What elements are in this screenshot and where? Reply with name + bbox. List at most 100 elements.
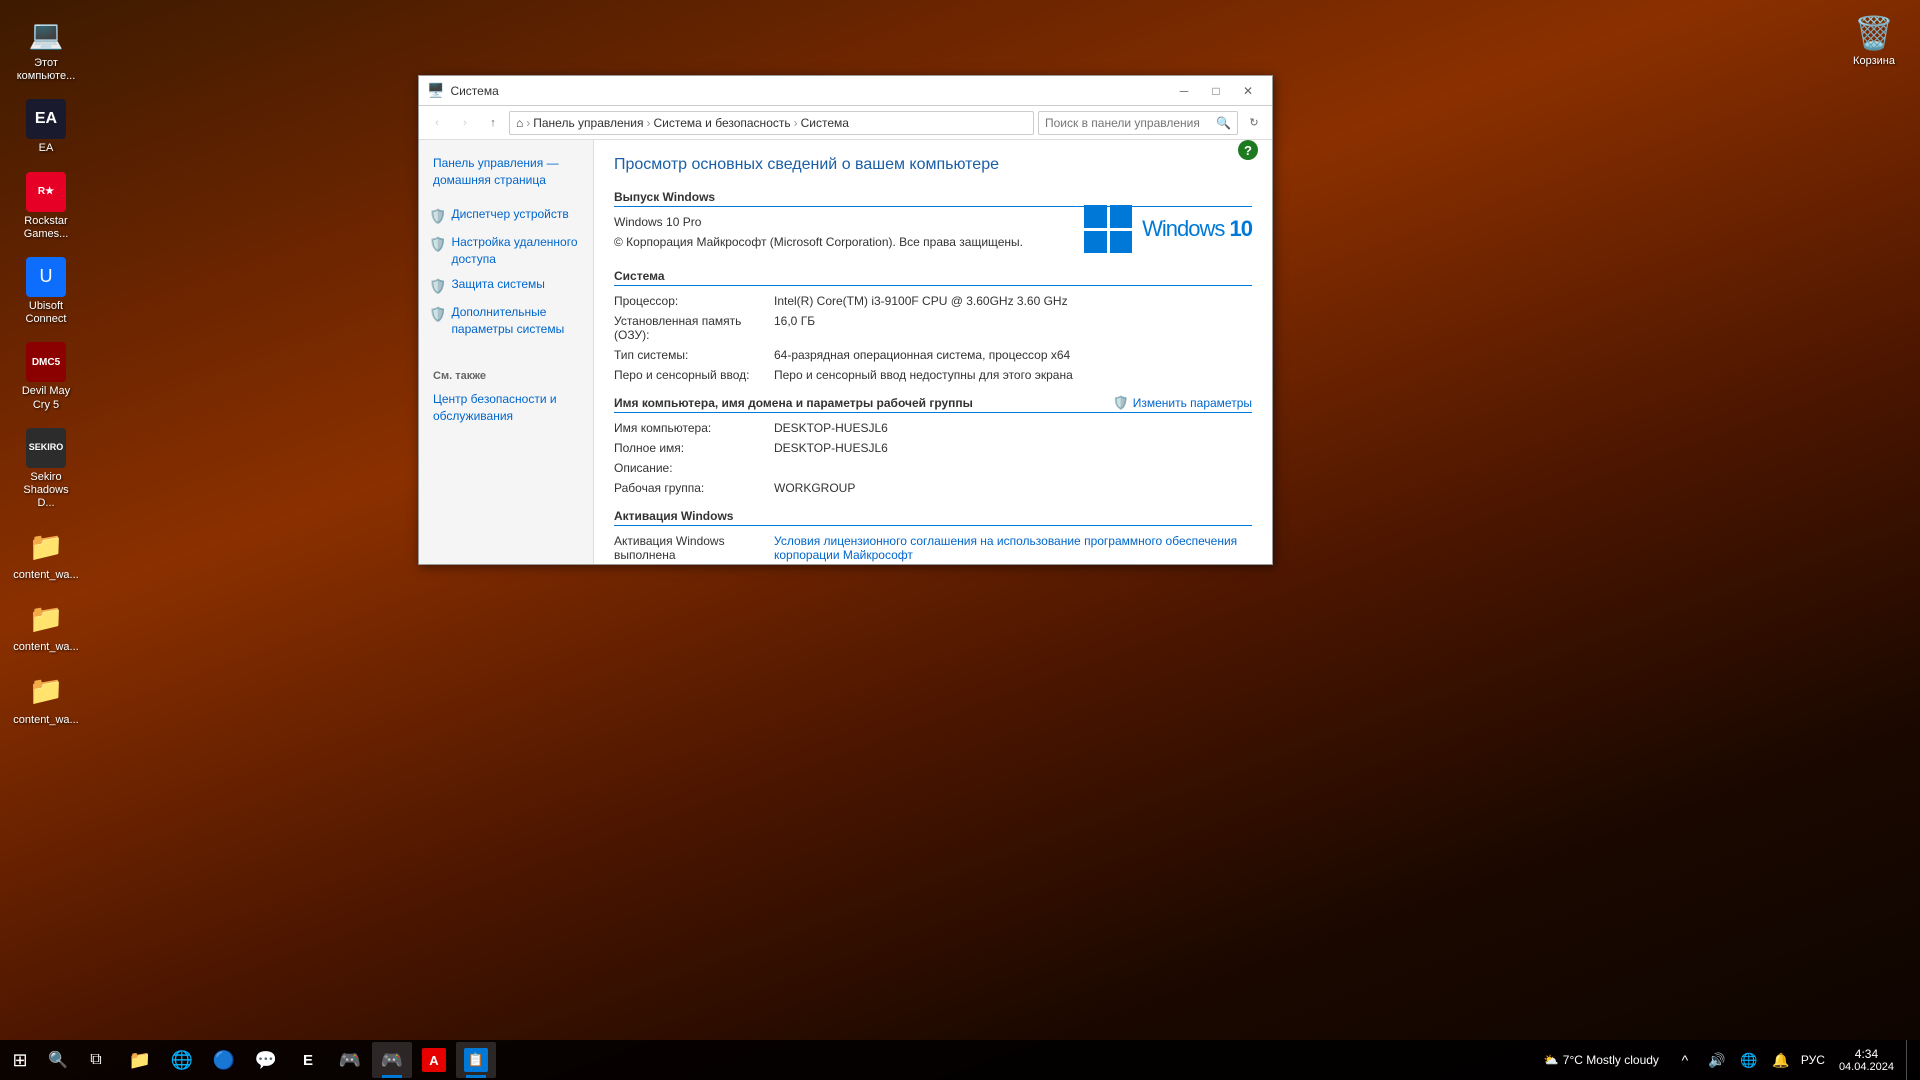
window-title-icon: 🖥️	[427, 82, 444, 99]
taskbar-app-discord[interactable]: 💬	[246, 1042, 286, 1078]
task-view-icon: ⧉	[90, 1051, 101, 1069]
activation-link: Условия лицензионного соглашения на испо…	[774, 534, 1252, 562]
tray-clock[interactable]: 4:34 04.04.2024	[1831, 1040, 1902, 1080]
license-link[interactable]: Условия лицензионного соглашения на испо…	[774, 534, 1237, 562]
window-titlebar: 🖥️ Система ─ □ ✕	[419, 76, 1272, 106]
system-section-header: Система	[614, 269, 1252, 286]
task-view-button[interactable]: ⧉	[76, 1040, 116, 1080]
content2-label: content_wa...	[13, 641, 78, 654]
pen-row: Перо и сенсорный ввод: Перо и сенсорный …	[614, 368, 1252, 382]
ram-value: 16,0 ГБ	[774, 314, 1252, 328]
desktop-icon-this-pc[interactable]: 💻 Этот компьюте...	[10, 10, 82, 87]
desktop-icon-content1[interactable]: 📁 content_wa...	[10, 522, 82, 586]
taskbar-app-a[interactable]: A	[414, 1042, 454, 1078]
sidebar-security-center[interactable]: Центр безопасности и обслуживания	[419, 386, 593, 430]
close-button[interactable]: ✕	[1232, 76, 1264, 106]
taskbar-app-steam2[interactable]: 🎮	[372, 1042, 412, 1078]
search-box[interactable]: 🔍	[1038, 111, 1238, 135]
fullname-value: DESKTOP-HUESJL6	[774, 441, 1252, 455]
show-desktop-button[interactable]	[1906, 1040, 1912, 1080]
sidebar-advanced-params[interactable]: 🛡️ Дополнительные параметры системы	[419, 300, 593, 342]
workgroup-row: Рабочая группа: WORKGROUP	[614, 481, 1252, 495]
sidebar-remote-access-label: Настройка удаленного доступа	[451, 234, 585, 268]
desktop-icon-rockstar[interactable]: R★ Rockstar Games...	[10, 168, 82, 245]
window-sidebar: Панель управления — домашняя страница 🛡️…	[419, 140, 594, 564]
maximize-button[interactable]: □	[1200, 76, 1232, 106]
tray-time: 4:34	[1855, 1047, 1878, 1061]
dmc5-icon: DMC5	[26, 342, 66, 382]
app-a-icon: A	[422, 1048, 446, 1072]
tray-notifications-button[interactable]: 🔔	[1767, 1040, 1795, 1080]
activation-status-row: Активация Windows выполнена Условия лице…	[614, 534, 1252, 562]
weather-icon: ⛅	[1544, 1053, 1559, 1067]
change-params-btn[interactable]: 🛡️ Изменить параметры	[1113, 395, 1253, 411]
tray-date: 04.04.2024	[1839, 1061, 1894, 1073]
window-title-text: Система	[450, 84, 1168, 98]
tray-speaker-button[interactable]: 🔊	[1703, 1040, 1731, 1080]
desc-row: Описание:	[614, 461, 1252, 475]
workgroup-value: WORKGROUP	[774, 481, 1252, 495]
tray-language[interactable]: РУС	[1799, 1040, 1827, 1080]
tray-expand-button[interactable]: ^	[1671, 1040, 1699, 1080]
main-content: Просмотр основных сведений о вашем компь…	[594, 140, 1272, 564]
start-button[interactable]: ⊞	[0, 1040, 40, 1080]
refresh-button[interactable]: ↻	[1242, 111, 1266, 135]
up-button[interactable]: ↑	[481, 111, 505, 135]
taskbar-search-button[interactable]: 🔍	[40, 1040, 76, 1080]
tray-weather[interactable]: ⛅ 7°C Mostly cloudy	[1536, 1040, 1667, 1080]
sidebar-device-manager[interactable]: 🛡️ Диспетчер устройств	[419, 202, 593, 231]
computer-name-label: Имя компьютера:	[614, 421, 774, 435]
taskbar-app-steam1[interactable]: 🎮	[330, 1042, 370, 1078]
shield-change-icon: 🛡️	[1113, 395, 1129, 411]
system-section: Система Процессор: Intel(R) Core(TM) i3-…	[614, 269, 1252, 382]
steam1-icon: 🎮	[339, 1050, 361, 1071]
activation-section: Активация Windows Активация Windows выпо…	[614, 509, 1252, 564]
breadcrumb[interactable]: ⌂ › Панель управления › Система и безопа…	[509, 111, 1034, 135]
taskbar-app-chrome[interactable]: 🔵	[204, 1042, 244, 1078]
sidebar-remote-access[interactable]: 🛡️ Настройка удаленного доступа	[419, 230, 593, 272]
sidebar-protection-label: Защита системы	[451, 276, 544, 293]
desktop-icon-ea[interactable]: EA EA	[10, 95, 82, 159]
fullname-label: Полное имя:	[614, 441, 774, 455]
language-label: РУС	[1801, 1053, 1825, 1067]
window-addressbar: ‹ › ↑ ⌂ › Панель управления › Система и …	[419, 106, 1272, 140]
computer-section-header: Имя компьютера, имя домена и параметры р…	[614, 396, 1252, 413]
chrome-icon: 🔵	[213, 1050, 235, 1071]
desktop-icon-content2[interactable]: 📁 content_wa...	[10, 594, 82, 658]
ram-row: Установленная память (ОЗУ): 16,0 ГБ	[614, 314, 1252, 342]
recycle-bin[interactable]: 🗑️ Корзина	[1838, 10, 1910, 71]
processor-row: Процессор: Intel(R) Core(TM) i3-9100F CP…	[614, 294, 1252, 308]
forward-button[interactable]: ›	[453, 111, 477, 135]
rockstar-label: Rockstar Games...	[14, 215, 78, 241]
help-button[interactable]: ?	[1238, 140, 1258, 160]
taskbar-app-b[interactable]: 📋	[456, 1042, 496, 1078]
type-row: Тип системы: 64-разрядная операционная с…	[614, 348, 1252, 362]
sidebar-home-link[interactable]: Панель управления — домашняя страница	[419, 150, 593, 194]
sidebar-system-protection[interactable]: 🛡️ Защита системы	[419, 272, 593, 301]
taskbar-app-explorer[interactable]: 📁	[120, 1042, 160, 1078]
windows-grid-icon	[1084, 205, 1132, 253]
minimize-button[interactable]: ─	[1168, 76, 1200, 106]
windows-edition-section: Выпуск Windows Windows 10 Windows 10 Pro	[614, 190, 1252, 255]
processor-label: Процессор:	[614, 294, 774, 308]
taskbar: ⊞ 🔍 ⧉ 📁 🌐 🔵 💬 E 🎮 🎮 A	[0, 1040, 1920, 1080]
back-button[interactable]: ‹	[425, 111, 449, 135]
content1-icon: 📁	[26, 526, 66, 566]
desktop-icon-sekiro[interactable]: SEKIRO Sekiro Shadows D...	[10, 424, 82, 515]
window-body: Панель управления — домашняя страница 🛡️…	[419, 140, 1272, 564]
ubisoft-icon: U	[26, 257, 66, 297]
this-pc-label: Этот компьюте...	[14, 57, 78, 83]
tray-network-button[interactable]: 🌐	[1735, 1040, 1763, 1080]
taskbar-app-epic[interactable]: E	[288, 1042, 328, 1078]
activation-status-label: Активация Windows выполнена	[614, 534, 774, 562]
desktop-icon-ubisoft[interactable]: U Ubisoft Connect	[10, 253, 82, 330]
desktop-icon-content3[interactable]: 📁 content_wa...	[10, 667, 82, 731]
rockstar-icon: R★	[26, 172, 66, 212]
sidebar-advanced-label: Дополнительные параметры системы	[451, 304, 585, 338]
taskbar-search-icon: 🔍	[48, 1050, 68, 1070]
shield-icon-green-2: 🛡️	[429, 305, 446, 325]
desktop-icon-dmc5[interactable]: DMC5 Devil May Cry 5	[10, 338, 82, 415]
taskbar-app-edge[interactable]: 🌐	[162, 1042, 202, 1078]
search-input[interactable]	[1045, 116, 1212, 130]
content3-icon: 📁	[26, 671, 66, 711]
